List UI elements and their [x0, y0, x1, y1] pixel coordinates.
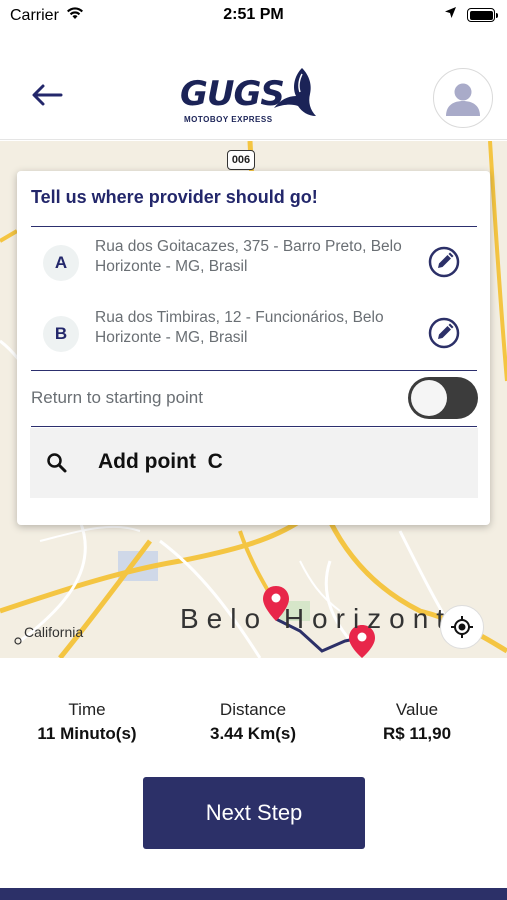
map-district-label: California [24, 624, 84, 640]
trip-summary: Time 11 Minuto(s) Distance 3.44 Km(s) Va… [0, 700, 507, 750]
summary-distance: Distance 3.44 Km(s) [168, 700, 338, 744]
return-toggle[interactable] [408, 377, 478, 419]
logo-subtitle: MOTOBOY EXPRESS [184, 115, 273, 124]
battery-icon [467, 8, 498, 22]
profile-avatar-button[interactable] [433, 68, 493, 128]
add-point-label: Add point C [98, 450, 223, 473]
crosshair-icon [451, 616, 473, 638]
divider [31, 426, 477, 427]
distance-label: Distance [219, 700, 287, 719]
stop-badge-a: A [43, 245, 79, 281]
bottom-bar [0, 888, 507, 900]
value-amount: R$ 11,90 [382, 724, 452, 743]
edit-stop-a-button[interactable] [427, 245, 461, 279]
stop-row-b[interactable]: B Rua dos Timbiras, 12 - Funcionários, B… [31, 302, 477, 362]
divider [31, 370, 477, 371]
screen: Carrier 2:51 PM GUGS MOTOBOY EXPRESS 006… [0, 0, 507, 900]
add-point-button[interactable]: Add point C [30, 428, 478, 498]
distance-value: 3.44 Km(s) [210, 724, 296, 743]
summary-value: Value R$ 11,90 [332, 700, 502, 744]
location-arrow-icon [444, 6, 457, 24]
stop-row-a[interactable]: A Rua dos Goitacazes, 375 - Barro Preto,… [31, 231, 477, 291]
app-header: GUGS MOTOBOY EXPRESS [0, 30, 507, 140]
edit-stop-b-button[interactable] [427, 316, 461, 350]
gugs-logo: GUGS MOTOBOY EXPRESS [180, 68, 316, 128]
stop-address-b: Rua dos Timbiras, 12 - Funcionários, Bel… [95, 309, 384, 346]
status-bar: Carrier 2:51 PM [0, 0, 507, 30]
divider [31, 226, 477, 227]
map-city-label: Belo Horizonte [180, 603, 476, 634]
time-value: 11 Minuto(s) [37, 724, 137, 743]
summary-time: Time 11 Minuto(s) [2, 700, 172, 744]
my-location-button[interactable] [440, 605, 484, 649]
card-title: Tell us where provider should go! [31, 187, 318, 207]
search-icon [47, 453, 67, 473]
time-label: Time [68, 700, 106, 719]
toggle-knob [411, 380, 447, 416]
status-time: 2:51 PM [223, 6, 284, 23]
arrow-left-icon [32, 84, 63, 106]
stop-address-a: Rua dos Goitacazes, 375 - Barro Preto, B… [95, 238, 402, 275]
logo-word: GUGS [180, 74, 285, 114]
return-label: Return to starting point [31, 388, 203, 407]
edit-icon [428, 246, 460, 278]
edit-icon [428, 317, 460, 349]
status-right [444, 6, 498, 24]
back-button[interactable] [30, 80, 68, 110]
stop-badge-b: B [43, 316, 79, 352]
bird-logo-icon [274, 68, 316, 116]
value-label: Value [395, 700, 439, 719]
road-badge: 006 [227, 150, 255, 170]
next-step-button[interactable]: Next Step [143, 777, 365, 849]
route-card: Tell us where provider should go! A Rua … [17, 171, 490, 525]
user-icon [446, 83, 480, 116]
